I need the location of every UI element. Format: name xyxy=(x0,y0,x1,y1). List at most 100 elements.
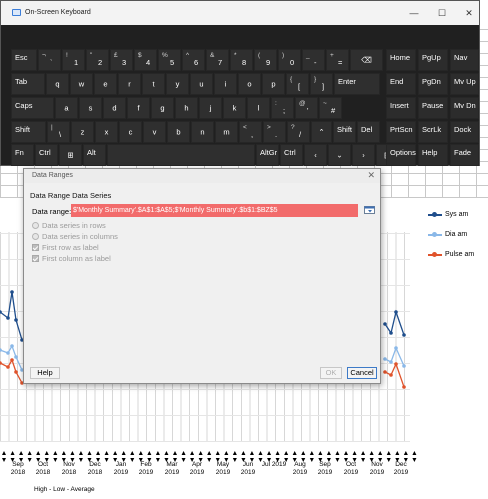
key-i[interactable]: i xyxy=(214,73,237,95)
key-symbol[interactable]: >. xyxy=(263,121,286,143)
key-z[interactable]: z xyxy=(71,121,94,143)
key-m[interactable]: m xyxy=(215,121,238,143)
key-symbol[interactable]: @ ' xyxy=(295,97,318,119)
key-symbol[interactable]: <, xyxy=(239,121,262,143)
key-symbol[interactable]: ? / xyxy=(287,121,310,143)
key-symbol[interactable]: ~ # xyxy=(319,97,342,119)
key-insert[interactable]: Insert xyxy=(386,97,416,119)
key-symbol[interactable]: :; xyxy=(271,97,294,119)
legend-label: Dia am xyxy=(445,231,468,238)
key-e[interactable]: e xyxy=(94,73,117,95)
key-pgup[interactable]: PgUp xyxy=(418,49,448,71)
close-button[interactable]: ✕ xyxy=(462,7,476,19)
on-screen-keyboard-window[interactable]: On-Screen Keyboard — ☐ ✕ Esc ¬ `! 1 " 2 £3 $4% 5… xyxy=(0,0,480,166)
key-help[interactable]: Help xyxy=(418,144,448,166)
key-scrlk[interactable]: ScrLk xyxy=(418,121,448,143)
key-shift[interactable]: Shift xyxy=(333,121,356,143)
key-6[interactable]: ^ 6 xyxy=(182,49,205,71)
range-select-icon[interactable] xyxy=(364,205,375,215)
key-prtscn[interactable]: PrtScn xyxy=(386,121,416,143)
key-h[interactable]: h xyxy=(175,97,198,119)
help-button[interactable]: Help xyxy=(30,367,60,379)
key-nav[interactable]: Nav xyxy=(450,49,479,71)
key-4[interactable]: $4 xyxy=(134,49,157,71)
key-v[interactable]: v xyxy=(143,121,166,143)
key-mvup[interactable]: Mv Up xyxy=(450,73,479,95)
key-symbol[interactable]: + = xyxy=(326,49,349,71)
key-dock[interactable]: Dock xyxy=(450,121,479,143)
key-t[interactable]: t xyxy=(142,73,165,95)
key-enter[interactable]: Enter xyxy=(334,73,380,95)
key-k[interactable]: k xyxy=(223,97,246,119)
key-alt[interactable]: Alt xyxy=(83,144,106,166)
key-w[interactable]: w xyxy=(70,73,93,95)
key-pgdn[interactable]: PgDn xyxy=(418,73,448,95)
maximize-button[interactable]: ☐ xyxy=(435,7,449,19)
cancel-button[interactable]: Cancel xyxy=(347,367,377,379)
key-ctrl[interactable]: Ctrl xyxy=(35,144,58,166)
ok-button[interactable]: OK xyxy=(320,367,342,379)
key-caps[interactable]: Caps xyxy=(11,97,54,119)
key-x[interactable]: x xyxy=(95,121,118,143)
key-pause[interactable]: Pause xyxy=(418,97,448,119)
key-y[interactable]: y xyxy=(166,73,189,95)
dialog-titlebar[interactable]: Data Ranges ✕ xyxy=(24,169,380,183)
key-q[interactable]: q xyxy=(46,73,69,95)
key-mvdn[interactable]: Mv Dn xyxy=(450,97,479,119)
key-symbol[interactable]: › xyxy=(352,144,375,166)
key-symbol[interactable]: ‹ xyxy=(304,144,327,166)
key-label: Mv Dn xyxy=(454,101,476,110)
key-del[interactable]: Del xyxy=(357,121,380,143)
key-9[interactable]: (9 xyxy=(254,49,277,71)
key-s[interactable]: s xyxy=(79,97,102,119)
key-fade[interactable]: Fade xyxy=(450,144,479,166)
data-range-input[interactable]: $'Monthly Summary'.$A$1:$A$5;$'Monthly S… xyxy=(71,204,358,217)
key-symbol[interactable]: ⊞ xyxy=(59,144,82,166)
key-j[interactable]: j xyxy=(199,97,222,119)
key-end[interactable]: End xyxy=(386,73,416,95)
key-home[interactable]: Home xyxy=(386,49,416,71)
dialog-close-button[interactable]: ✕ xyxy=(367,170,375,181)
key-shift[interactable]: Shift xyxy=(11,121,46,143)
key-n[interactable]: n xyxy=(191,121,214,143)
key-fn[interactable]: Fn xyxy=(11,144,34,166)
key-5[interactable]: % 5 xyxy=(158,49,181,71)
radio-icon xyxy=(32,222,39,229)
key-symbol[interactable]: | \ xyxy=(47,121,70,143)
key-c[interactable]: c xyxy=(119,121,142,143)
key-0[interactable]: ) 0 xyxy=(278,49,301,71)
key-space[interactable] xyxy=(107,144,255,166)
high-marker xyxy=(258,451,263,455)
key-u[interactable]: u xyxy=(190,73,213,95)
key-symbol[interactable]: _ - xyxy=(302,49,325,71)
key-g[interactable]: g xyxy=(151,97,174,119)
key-l[interactable]: l xyxy=(247,97,270,119)
key-symbol[interactable]: ¬ ` xyxy=(38,49,61,71)
key-ctrl[interactable]: Ctrl xyxy=(280,144,303,166)
key-f[interactable]: f xyxy=(127,97,150,119)
minimize-button[interactable]: — xyxy=(407,7,421,19)
key-d[interactable]: d xyxy=(103,97,126,119)
key-options[interactable]: Options xyxy=(386,144,416,166)
data-ranges-dialog[interactable]: Data Ranges ✕ Data Range Data Series Dat… xyxy=(23,168,381,384)
key-o[interactable]: o xyxy=(238,73,261,95)
key-symbol[interactable]: ⌫ xyxy=(350,49,383,71)
key-1[interactable]: ! 1 xyxy=(62,49,85,71)
key-symbol[interactable]: {[ xyxy=(286,73,309,95)
key-altgr[interactable]: AltGr xyxy=(256,144,279,166)
key-esc[interactable]: Esc xyxy=(11,49,37,71)
key-b[interactable]: b xyxy=(167,121,190,143)
key-tab[interactable]: Tab xyxy=(11,73,45,95)
key-r[interactable]: r xyxy=(118,73,141,95)
key-label: g xyxy=(160,103,165,113)
keyboard-titlebar[interactable]: On-Screen Keyboard — ☐ ✕ xyxy=(1,1,479,25)
key-p[interactable]: p xyxy=(262,73,285,95)
key-7[interactable]: & 7 xyxy=(206,49,229,71)
key-symbol[interactable]: ⌄ xyxy=(328,144,351,166)
key-a[interactable]: a xyxy=(55,97,78,119)
key-2[interactable]: " 2 xyxy=(86,49,109,71)
key-3[interactable]: £3 xyxy=(110,49,133,71)
key-symbol[interactable]: ⌃ xyxy=(311,121,332,143)
key-8[interactable]: * 8 xyxy=(230,49,253,71)
key-symbol[interactable]: }] xyxy=(310,73,333,95)
